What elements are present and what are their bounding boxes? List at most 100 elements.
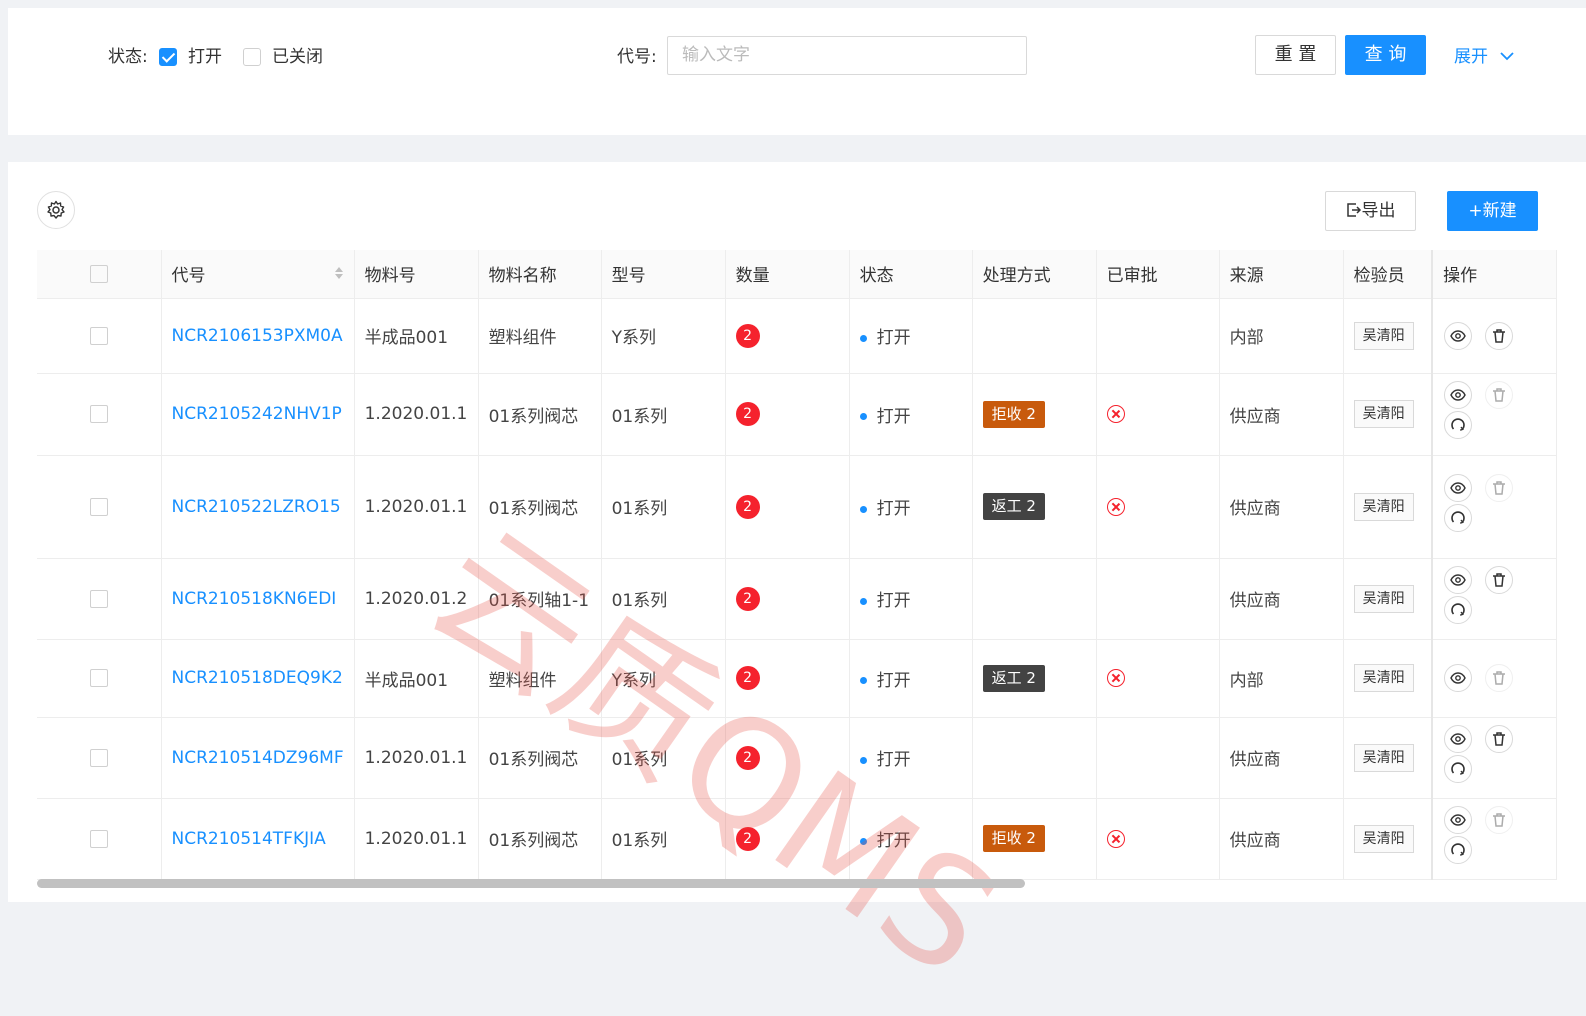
delete-button[interactable] — [1485, 805, 1514, 834]
code-input[interactable]: 输入文字 — [667, 36, 1027, 75]
expand-toggle[interactable]: 展开 — [1454, 45, 1515, 69]
column-settings-button[interactable] — [37, 191, 75, 229]
handling-tag: 返工 2 — [982, 664, 1045, 692]
inspector-tag: 吴清阳 — [1353, 824, 1414, 853]
code-link[interactable]: NCR210518KN6EDI — [161, 558, 355, 640]
view-button[interactable] — [1444, 664, 1473, 692]
filter-panel: 状态: 打开 已关闭 代号: 输入文字 重 置 查 询 展开 — [8, 8, 1586, 135]
col-code[interactable]: 代号 — [161, 250, 355, 299]
not-approved-icon — [1106, 829, 1125, 848]
source: 内部 — [1219, 639, 1344, 718]
status-text: 打开 — [876, 831, 911, 851]
export-label: 导出 — [1361, 201, 1396, 221]
status-closed-label[interactable]: 已关闭 — [272, 45, 323, 69]
code-link[interactable]: NCR2105242NHV1P — [161, 373, 355, 456]
qty-badge: 2 — [735, 494, 760, 519]
revoke-button[interactable] — [1444, 595, 1473, 624]
view-button[interactable] — [1444, 805, 1473, 834]
not-approved-icon — [1106, 497, 1125, 516]
row-checkbox[interactable] — [89, 405, 108, 423]
delete-button[interactable] — [1485, 664, 1514, 692]
row-select-cell — [37, 373, 162, 456]
ncr-table: 代号 物料号 物料名称 型号 数量 状态 处理方式 已审批 来源 检验员 操作 … — [37, 250, 1557, 880]
status-cell: 打开 — [849, 298, 973, 374]
revoke-button[interactable] — [1444, 754, 1473, 783]
qty-cell: 2 — [725, 373, 850, 456]
revoke-button[interactable] — [1444, 411, 1473, 439]
row-select-cell — [37, 298, 162, 374]
material-name: 01系列阀芯 — [478, 717, 602, 799]
material-name: 01系列阀芯 — [478, 373, 602, 456]
handling-cell — [972, 298, 1097, 374]
new-button[interactable]: +新建 — [1447, 191, 1538, 231]
status-cell: 打开 — [849, 373, 973, 456]
select-all-checkbox[interactable] — [89, 264, 108, 283]
table-row: NCR2105242NHV1P 1.2020.01.1 01系列阀芯 01系列 … — [37, 373, 1557, 456]
row-checkbox[interactable] — [89, 669, 108, 687]
inspector-tag: 吴清阳 — [1353, 492, 1414, 521]
delete-button[interactable] — [1485, 321, 1514, 350]
status-open-label[interactable]: 打开 — [188, 45, 222, 69]
material-name: 01系列轴1-1 — [478, 558, 602, 640]
inspector-cell: 吴清阳 — [1343, 298, 1433, 374]
status-closed-checkbox[interactable] — [243, 48, 261, 66]
reset-button[interactable]: 重 置 — [1255, 35, 1336, 75]
not-approved-icon — [1106, 669, 1125, 687]
view-button[interactable] — [1444, 381, 1473, 409]
delete-button[interactable] — [1485, 724, 1514, 753]
inspector-tag: 吴清阳 — [1353, 743, 1414, 772]
material-no: 1.2020.01.1 — [354, 373, 479, 456]
revoke-button[interactable] — [1444, 503, 1473, 532]
status-cell: 打开 — [849, 558, 973, 640]
delete-button[interactable] — [1485, 381, 1514, 409]
delete-button[interactable] — [1485, 565, 1514, 594]
model: Y系列 — [601, 298, 726, 374]
col-code-label: 代号 — [171, 266, 206, 287]
qty-badge: 2 — [735, 402, 760, 426]
export-icon — [1346, 203, 1361, 217]
code-link[interactable]: NCR210518DEQ9K2 — [161, 639, 355, 718]
view-button[interactable] — [1444, 565, 1473, 594]
handling-cell — [972, 717, 1097, 799]
inspector-cell: 吴清阳 — [1343, 798, 1433, 880]
code-link[interactable]: NCR210514DZ96MF — [161, 717, 355, 799]
row-checkbox[interactable] — [89, 497, 108, 516]
actions-cell — [1431, 798, 1557, 880]
row-checkbox[interactable] — [89, 748, 108, 767]
inspector-cell: 吴清阳 — [1343, 717, 1433, 799]
material-name: 塑料组件 — [478, 639, 602, 718]
export-button[interactable]: 导出 — [1325, 191, 1416, 231]
code-link[interactable]: NCR210522LZRO15 — [161, 455, 355, 559]
delete-button[interactable] — [1485, 473, 1514, 502]
sort-icon[interactable] — [334, 265, 344, 281]
col-status: 状态 — [849, 250, 973, 299]
model: 01系列 — [601, 558, 726, 640]
actions-cell — [1431, 298, 1557, 374]
col-qty: 数量 — [725, 250, 850, 299]
qty-cell: 2 — [725, 455, 850, 559]
horizontal-scrollbar[interactable] — [37, 879, 1025, 888]
actions-cell — [1431, 455, 1557, 559]
table-row: NCR2106153PXM0A 半成品001 塑料组件 Y系列 2 打开 内部 … — [37, 298, 1557, 374]
view-button[interactable] — [1444, 473, 1473, 502]
col-inspector: 检验员 — [1343, 250, 1433, 299]
source: 供应商 — [1219, 373, 1344, 456]
query-button[interactable]: 查 询 — [1345, 35, 1426, 75]
actions-cell — [1431, 717, 1557, 799]
table-row: NCR210514TFKJIA 1.2020.01.1 01系列阀芯 01系列 … — [37, 798, 1557, 880]
revoke-button[interactable] — [1444, 835, 1473, 864]
source: 供应商 — [1219, 558, 1344, 640]
handling-tag: 拒收 2 — [982, 825, 1045, 852]
view-button[interactable] — [1444, 321, 1473, 350]
handling-cell: 返工 2 — [972, 639, 1097, 718]
inspector-cell: 吴清阳 — [1343, 455, 1433, 559]
code-link[interactable]: NCR210514TFKJIA — [161, 798, 355, 880]
row-checkbox[interactable] — [89, 829, 108, 848]
code-link[interactable]: NCR2106153PXM0A — [161, 298, 355, 374]
status-text: 打开 — [876, 591, 911, 611]
row-select-cell — [37, 455, 162, 559]
row-checkbox[interactable] — [89, 589, 108, 608]
row-checkbox[interactable] — [89, 326, 108, 345]
view-button[interactable] — [1444, 724, 1473, 753]
status-open-checkbox[interactable] — [159, 48, 177, 66]
